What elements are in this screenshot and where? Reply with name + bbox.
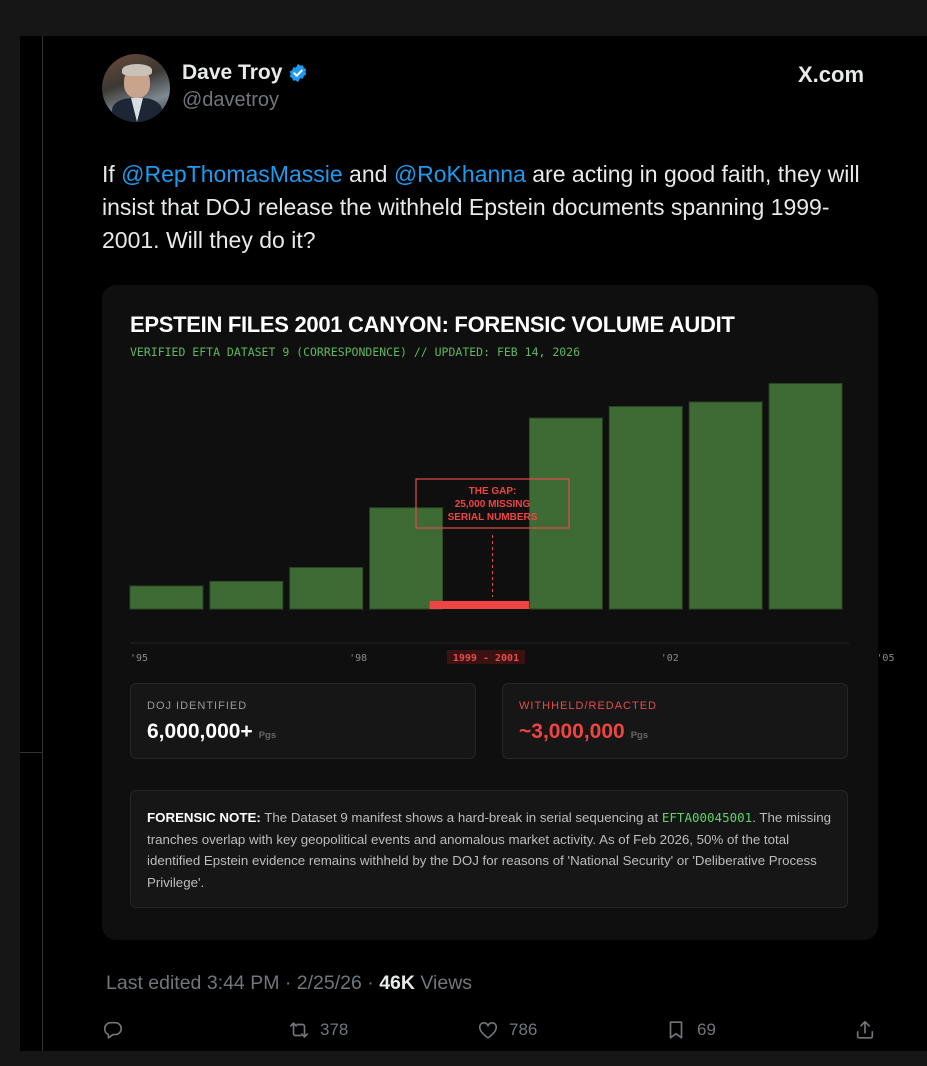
gap-annotation-line-3: SERIAL NUMBERS [448, 512, 538, 523]
heart-icon [478, 1022, 498, 1039]
stat-unit: Pgs [258, 730, 277, 741]
x-tick-label: '98 [349, 653, 367, 664]
chart-bar [688, 401, 763, 610]
like-button[interactable]: 786 [477, 1016, 537, 1044]
chart-bar [209, 580, 284, 610]
tweet-meta: Last edited 3:44 PM · 2/25/26 · 46K View… [106, 972, 472, 995]
share-icon [856, 1020, 874, 1039]
bookmark-button[interactable]: 69 [665, 1016, 716, 1044]
serial-code: EFTA00045001 [661, 810, 753, 825]
x-tick-label: 1999 - 2001 [453, 653, 519, 664]
meta-separator: · [361, 972, 380, 994]
reply-icon [103, 1021, 123, 1039]
bookmark-count: 69 [697, 1020, 716, 1039]
chart-bar [608, 406, 683, 610]
share-button[interactable] [854, 1016, 876, 1044]
chart-bar [369, 507, 444, 610]
views-label: Views [414, 972, 473, 994]
retweet-button[interactable]: 378 [288, 1016, 348, 1044]
stat-label: DOJ IDENTIFIED [147, 700, 248, 712]
chart-bar [768, 383, 843, 610]
views-count: 46K [379, 972, 415, 994]
retweet-count: 378 [320, 1020, 349, 1039]
x-tick-label: '95 [130, 653, 148, 664]
chart-bar [289, 567, 364, 610]
stat-doj-identified: DOJ IDENTIFIED 6,000,000+ Pgs [130, 683, 476, 759]
x-tick-label: '02 [661, 653, 679, 664]
forensic-note-text: FORENSIC NOTE: The Dataset 9 manifest sh… [147, 807, 837, 893]
gap-annotation-line-2: 25,000 MISSING [455, 499, 531, 510]
gap-annotation-line-1: THE GAP: [469, 486, 517, 497]
bookmark-icon [669, 1021, 683, 1039]
reply-button[interactable] [102, 1016, 124, 1044]
x-tick-label: '05 [876, 653, 894, 664]
edited-timestamp[interactable]: Last edited 3:44 PM · 2/25/26 [106, 972, 362, 994]
stat-value: 6,000,000+ Pgs [147, 720, 276, 744]
stat-unit: Pgs [630, 730, 649, 741]
chart-bar [528, 417, 603, 610]
chart-bar [129, 585, 204, 610]
forensic-note-part-1: The Dataset 9 manifest shows a hard-brea… [260, 810, 662, 825]
stat-number: ~3,000,000 [519, 720, 625, 743]
stat-label: WITHHELD/REDACTED [519, 700, 658, 712]
stat-value: ~3,000,000 Pgs [519, 720, 648, 744]
stat-withheld-redacted: WITHHELD/REDACTED ~3,000,000 Pgs [502, 683, 848, 759]
stat-number: 6,000,000+ [147, 720, 253, 743]
forensic-note: FORENSIC NOTE: The Dataset 9 manifest sh… [130, 790, 848, 908]
like-count: 786 [509, 1020, 538, 1039]
forensic-note-lead: FORENSIC NOTE: [147, 810, 261, 825]
retweet-icon [289, 1022, 309, 1038]
